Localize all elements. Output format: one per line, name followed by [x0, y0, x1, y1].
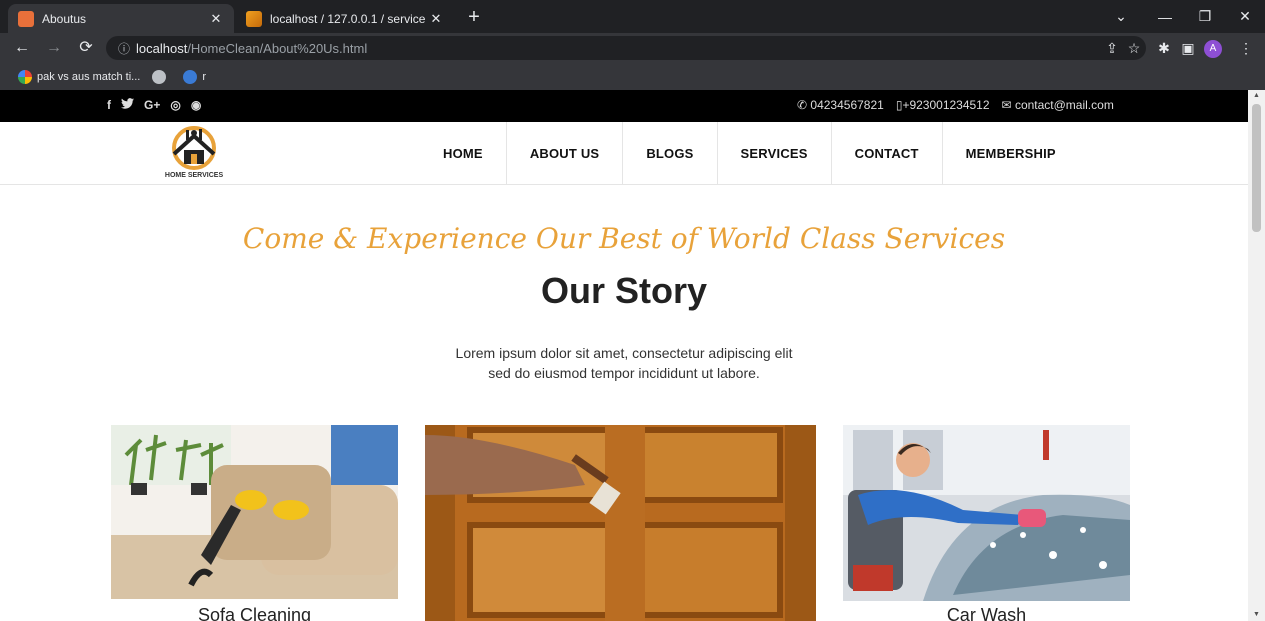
main-menu: HOME ABOUT US BLOGS SERVICES CONTACT MEM… — [420, 122, 1079, 185]
bookmarks-bar: pak vs aus match ti... r — [0, 63, 1265, 90]
menu-kebab-icon[interactable]: ⋮ — [1234, 37, 1258, 59]
page-title: Our Story — [540, 270, 708, 311]
share-icon[interactable]: ⇪ — [1100, 37, 1124, 59]
email-contact[interactable]: ✉ contact@mail.com — [1002, 98, 1114, 112]
window-close-button[interactable]: ✕ — [1225, 0, 1265, 33]
bookmark-star-icon[interactable]: ☆ — [1122, 37, 1146, 59]
google-icon — [18, 69, 32, 84]
tab-title: localhost / 127.0.0.1 / service / us — [270, 11, 428, 26]
service-card-sofa[interactable]: Sofa Cleaning — [111, 425, 398, 621]
painting-image — [425, 425, 816, 621]
logo-text: HOME SERVICES — [164, 172, 224, 179]
bookmark-label: pak vs aus match ti... — [37, 70, 141, 83]
site-navbar: HOME SERVICES HOME ABOUT US BLOGS SERVIC… — [0, 122, 1248, 185]
scrollbar-thumb[interactable] — [1252, 104, 1261, 232]
menu-membership[interactable]: MEMBERSHIP — [943, 122, 1079, 185]
bookmark-google[interactable]: pak vs aus match ti... — [18, 69, 141, 84]
social-links: f G+ ◎ ◉ — [107, 98, 201, 112]
c-logo-icon — [183, 69, 198, 84]
sofa-cleaning-image — [111, 425, 398, 599]
menu-home[interactable]: HOME — [420, 122, 507, 185]
menu-services[interactable]: SERVICES — [718, 122, 832, 185]
tab-title: Aboutus — [42, 11, 87, 26]
service-card-painting[interactable] — [425, 425, 816, 621]
close-tab-icon[interactable]: ✕ — [428, 11, 444, 27]
envelope-icon: ✉ — [1001, 98, 1012, 112]
close-tab-icon[interactable]: ✕ — [208, 11, 224, 27]
phone-number: 04234567821 — [810, 98, 884, 112]
service-card-carwash[interactable]: Car Wash — [843, 425, 1130, 621]
tab-phpmyadmin[interactable]: localhost / 127.0.0.1 / service / us ✕ — [236, 4, 454, 33]
car-wash-image — [843, 425, 1130, 601]
profile-avatar[interactable]: A — [1204, 40, 1222, 58]
side-panel-icon[interactable]: ▣ — [1176, 37, 1200, 59]
phpmyadmin-favicon-icon — [246, 10, 262, 27]
site-logo[interactable]: HOME SERVICES — [148, 124, 240, 184]
menu-contact[interactable]: CONTACT — [832, 122, 943, 185]
globe-icon — [152, 69, 167, 84]
intro-line: Lorem ipsum dolor sit amet, consectetur … — [455, 345, 793, 361]
menu-about-us[interactable]: ABOUT US — [507, 122, 624, 185]
whatsapp-icon[interactable]: ◎ — [170, 98, 180, 112]
minimize-button[interactable]: — — [1145, 0, 1185, 33]
page-viewport: f G+ ◎ ◉ ✆ 04234567821 ▯+923001234512 ✉ … — [0, 90, 1265, 621]
scroll-down-icon[interactable]: ▼ — [1248, 609, 1265, 621]
phone-icon: ✆ — [797, 98, 808, 112]
url-host: localhost — [136, 40, 188, 56]
address-bar[interactable]: ⓘ localhost /HomeClean/About%20Us.html — [106, 36, 1146, 60]
mobile-number: +923001234512 — [902, 98, 990, 112]
reload-icon[interactable]: ⟳ — [74, 37, 98, 59]
back-arrow-icon[interactable]: ← — [10, 37, 34, 59]
twitter-icon[interactable] — [121, 98, 134, 112]
mobile-contact: ▯+923001234512 — [896, 98, 990, 112]
contact-info: ✆ 04234567821 ▯+923001234512 ✉ contact@m… — [797, 98, 1114, 112]
tab-aboutus[interactable]: Aboutus ✕ — [8, 4, 234, 33]
facebook-icon[interactable]: f — [107, 98, 111, 112]
intro-text: Lorem ipsum dolor sit amet, consectetur … — [0, 343, 1248, 383]
extensions-puzzle-icon[interactable]: ✱ — [1152, 37, 1176, 59]
house-logo-icon — [172, 126, 216, 170]
intro-line: sed do eiusmod tempor incididunt ut labo… — [488, 365, 760, 381]
site-info-icon[interactable]: ⓘ — [118, 40, 136, 57]
email-address: contact@mail.com — [1014, 98, 1114, 112]
bookmark-r[interactable]: r — [183, 69, 206, 84]
site-favicon-icon — [18, 10, 34, 27]
card-caption: Sofa Cleaning — [197, 605, 312, 621]
phone-contact: ✆ 04234567821 — [797, 98, 884, 112]
new-tab-button[interactable]: + — [462, 6, 486, 30]
instagram-icon[interactable]: ◉ — [191, 98, 201, 112]
card-caption: Car Wash — [946, 605, 1027, 621]
google-plus-icon[interactable]: G+ — [144, 98, 160, 112]
restore-button[interactable]: ❐ — [1185, 0, 1225, 33]
forward-arrow-icon[interactable]: → — [42, 37, 66, 59]
scroll-up-icon[interactable]: ▲ — [1248, 90, 1265, 102]
browser-tab-strip: Aboutus ✕ localhost / 127.0.0.1 / servic… — [0, 0, 1265, 33]
tab-search-icon[interactable]: ⌄ — [1101, 0, 1141, 33]
bookmark-label: r — [202, 70, 206, 83]
tagline: Come & Experience Our Best of World Clas… — [242, 222, 1006, 255]
bookmark-globe[interactable] — [152, 69, 171, 84]
page-scrollbar[interactable]: ▲ ▼ — [1248, 90, 1265, 621]
url-path: /HomeClean/About%20Us.html — [187, 40, 368, 56]
menu-blogs[interactable]: BLOGS — [623, 122, 718, 185]
site-topbar: f G+ ◎ ◉ ✆ 04234567821 ▯+923001234512 ✉ … — [0, 90, 1248, 122]
browser-toolbar: ← → ⟳ ⓘ localhost /HomeClean/About%20Us.… — [0, 33, 1265, 63]
